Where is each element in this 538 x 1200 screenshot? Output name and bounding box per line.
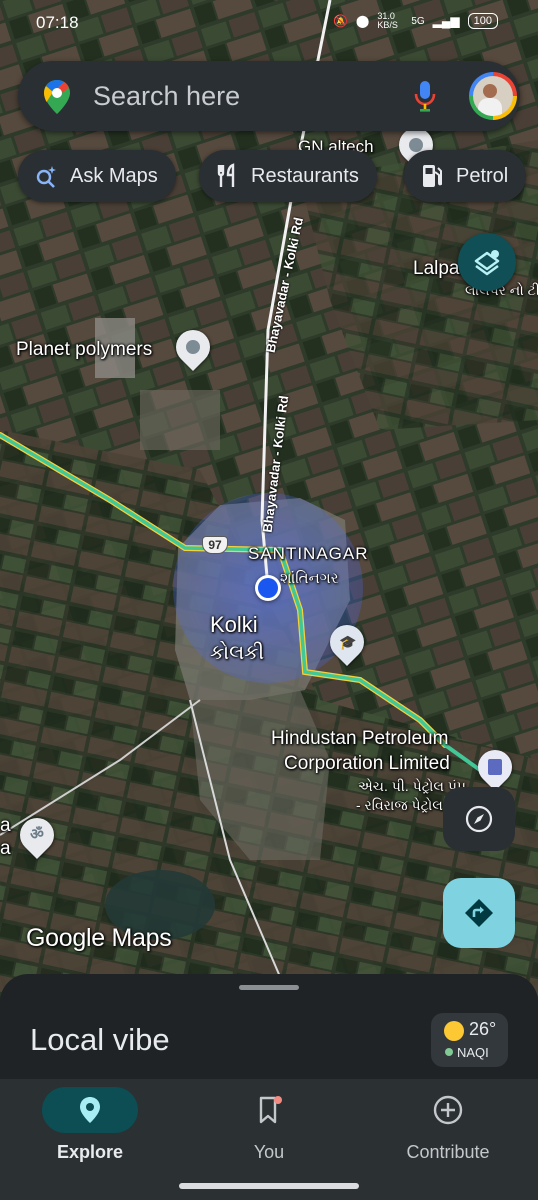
weather-chip[interactable]: 26° NAQI [431, 1013, 508, 1067]
drag-handle[interactable] [239, 985, 299, 990]
sheet-title: Local vibe [30, 1022, 170, 1057]
pin-icon [80, 1097, 100, 1123]
chip-petrol[interactable]: Petrol [404, 150, 527, 202]
signal-icon: ▂▄▆ [432, 14, 460, 28]
google-maps-logo: Google Maps [26, 924, 172, 952]
search-input[interactable]: Search here [93, 81, 240, 112]
weather-temperature: 26° [469, 1019, 497, 1039]
chip-ask-maps[interactable]: Ask Maps [18, 150, 176, 202]
aqi-status-dot [445, 1048, 453, 1056]
layers-icon [474, 250, 500, 276]
place-label-hindustan-petroleum[interactable]: Hindustan Petroleum [271, 728, 448, 750]
chip-label: Petrol [456, 164, 509, 187]
bottom-sheet[interactable]: Local vibe 26° NAQI [0, 974, 538, 1084]
compass-icon [465, 805, 493, 833]
place-label-planet-polymers[interactable]: Planet polymers [16, 339, 152, 361]
network-speed: 31.0 KB/S [377, 11, 398, 30]
status-icons: 🔕 ⬤ 31.0 KB/S 5G ▂▄▆ 100 [333, 12, 498, 30]
chip-restaurants[interactable]: Restaurants [199, 150, 377, 202]
nav-contribute[interactable]: Contribute [358, 1079, 538, 1179]
plus-circle-icon [433, 1095, 463, 1125]
nav-label: Contribute [406, 1142, 490, 1162]
place-label-edge: a [0, 815, 11, 836]
status-time: 07:18 [36, 13, 79, 32]
nav-label: You [253, 1142, 285, 1162]
home-indicator[interactable] [179, 1183, 359, 1189]
place-label-hp-gujarati-2: - રવિરાજ પેટ્રોલ [356, 797, 443, 813]
place-label-edge: a [0, 838, 11, 859]
compass-button[interactable] [443, 787, 515, 851]
network-type: 5G [411, 15, 425, 27]
bookmark-icon [259, 1096, 282, 1124]
highway-shield: 97 [202, 536, 228, 554]
sparkle-search-icon [32, 162, 60, 190]
avatar[interactable] [469, 72, 517, 120]
current-location-dot [255, 575, 281, 601]
nav-you[interactable]: You [179, 1079, 359, 1179]
place-label-kolki-gujarati: કોલકી [210, 642, 265, 664]
fork-knife-icon [213, 162, 241, 190]
battery-indicator: 100 [467, 13, 498, 29]
place-label-hindustan-petroleum-line2[interactable]: Corporation Limited [284, 753, 450, 775]
chip-label: Restaurants [251, 164, 359, 187]
status-bar: 07:18 🔕 ⬤ 31.0 KB/S 5G ▂▄▆ 100 [0, 0, 538, 46]
bottom-navigation: Explore You Contribute [0, 1079, 538, 1200]
sun-icon [444, 1021, 464, 1041]
nav-label: Explore [56, 1142, 124, 1162]
aqi-label: NAQI [457, 1045, 489, 1060]
search-bar[interactable]: Search here [18, 61, 520, 131]
mic-icon[interactable] [412, 79, 438, 113]
layers-button[interactable] [458, 233, 516, 291]
place-label-santinagar: SANTINAGAR [248, 544, 369, 563]
directions-button[interactable] [443, 878, 515, 948]
place-label-santinagar-gujarati: શાંતિનગર [280, 570, 339, 587]
nav-explore[interactable]: Explore [0, 1079, 180, 1179]
graduation-cap-icon: 🎓 [339, 634, 357, 650]
location-icon: ⬤ [355, 14, 370, 28]
highway-number: 97 [208, 538, 222, 552]
google-maps-pin-icon [44, 80, 70, 114]
place-label-kolki: Kolki [210, 612, 258, 637]
directions-icon [465, 899, 493, 927]
mute-icon: 🔕 [332, 14, 348, 28]
fuel-pump-icon [418, 162, 446, 190]
chip-label: Ask Maps [70, 164, 158, 187]
